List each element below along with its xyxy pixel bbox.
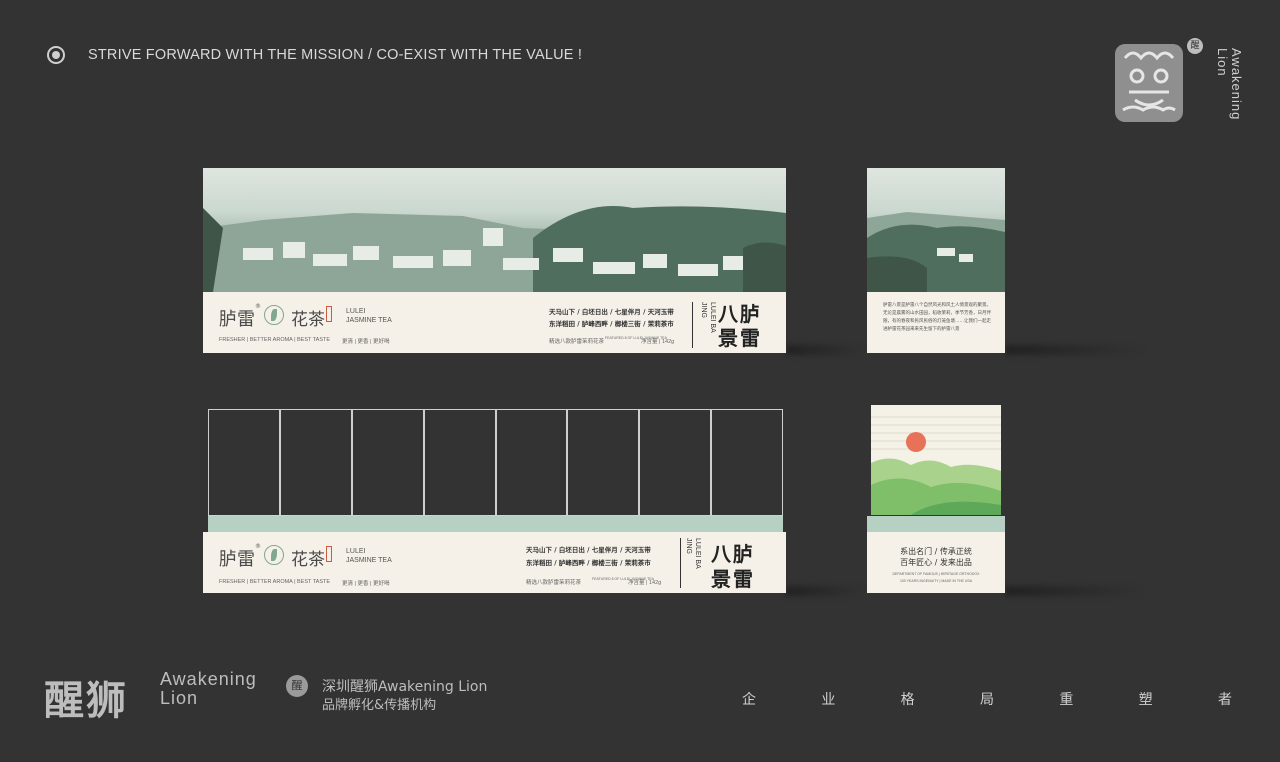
bottom-label-panel: 胪雷 ® 花茶 LULEI JASMINE TEA FRESHER | BETT… xyxy=(203,532,786,593)
side-description: 胪雷八景是胪雷八个自然风光和风土人情景观的聚景。无论是晨雾的山水田园，稻收茉莉，… xyxy=(883,303,991,332)
phrase-row-1: 天马山下 / 白坯日出 / 七星伴月 / 天河玉带 xyxy=(526,546,651,554)
dieline-panel xyxy=(423,409,496,516)
product-desc: 精选八款胪雷茉莉花茶 xyxy=(526,580,582,586)
brand-name: 胪雷 xyxy=(219,549,255,570)
mint-strip xyxy=(208,516,783,532)
net-weight: 净含量 | 142g xyxy=(641,339,675,345)
mint-strip-side xyxy=(867,516,1005,532)
tagline-en: FRESHER | BETTER AROMA | BEST TASTE xyxy=(219,579,331,585)
landscape-photo xyxy=(203,168,786,292)
footer-brand-en-2: Lion xyxy=(160,688,199,708)
front-label-panel: 胪雷 ® 花茶 LULEI JASMINE TEA FRESHER | BETT… xyxy=(203,292,786,353)
tea-name: 花茶 xyxy=(291,550,325,570)
tea-leaf-icon xyxy=(264,545,284,565)
side-photo xyxy=(867,168,1005,292)
phrase-row-2: 东洋稻田 / 胪峰西畔 / 榔楼三街 / 茉莉茶市 xyxy=(549,320,674,328)
dieline-flaps xyxy=(208,409,783,516)
tea-name: 花茶 xyxy=(291,310,325,330)
footer-slogan-char: 企 xyxy=(742,692,756,708)
net-weight: 净含量 | 142g xyxy=(628,580,662,586)
tagline-cn: 更清 | 更香 | 更好喝 xyxy=(342,581,390,587)
footer-slogan: 企 业 格 局 重 塑 者 xyxy=(742,689,1232,709)
side-small-1: DEPARTMENT OF FAMOUS | HERITAGE ORTHODOX xyxy=(892,572,980,576)
footer-slogan-char: 格 xyxy=(900,692,915,708)
side-shadow xyxy=(1005,345,1145,355)
side-small-2: 100 YEARS INGENUITY | MADE IN THE USA xyxy=(899,579,973,583)
title-bottom: 景雷 xyxy=(718,326,762,350)
red-seal-tag xyxy=(326,306,332,322)
side-slogan-1: 系出名门 / 传承正统 xyxy=(900,547,972,556)
side-text-panel: 胪雷八景是胪雷八个自然风光和风土人情景观的聚景。无论是晨雾的山水田园，稻收茉莉，… xyxy=(867,292,1005,353)
footer-company-1: 深圳醒狮Awakening Lion xyxy=(322,679,488,695)
divider-line xyxy=(680,538,681,588)
footer-slogan-char: 者 xyxy=(1217,692,1232,708)
dieline-panel xyxy=(351,409,424,516)
header-slogan: STRIVE FORWARD WITH THE MISSION / CO-EXI… xyxy=(88,47,583,63)
registered-mark: ® xyxy=(255,303,261,310)
product-desc: 精选八款胪雷茉莉花茶 xyxy=(549,339,605,345)
dieline-panel xyxy=(495,409,568,516)
tagline-en: FRESHER | BETTER AROMA | BEST TASTE xyxy=(219,337,331,343)
footer-brand-en: Awakening Lion xyxy=(160,670,257,708)
lion-logo-icon xyxy=(1115,44,1183,122)
sub-en-1: LULEI xyxy=(346,308,366,315)
footer-brand-cn: 醒狮 xyxy=(44,678,128,724)
sub-en-2: JASMINE TEA xyxy=(346,317,392,324)
footer-company-2: 品牌孵化&传播机构 xyxy=(322,698,437,713)
footer-seal-icon: 醒 xyxy=(286,675,308,697)
title-bottom: 景雷 xyxy=(711,567,755,591)
registered-mark: ® xyxy=(255,543,261,550)
bullet-icon xyxy=(47,46,65,64)
vertical-en: LULEI BA JING xyxy=(700,302,716,333)
logo-seal: 醒 xyxy=(1187,38,1203,54)
vertical-en: LULEI BA JING xyxy=(685,538,701,569)
landscape-illustration xyxy=(871,405,1001,515)
tagline-cn: 更清 | 更香 | 更好喝 xyxy=(342,339,390,345)
footer-slogan-char: 重 xyxy=(1059,692,1074,708)
logo-text: Awakening Lion xyxy=(1215,48,1244,121)
dieline-panel xyxy=(279,409,352,516)
side-slogan-panel: 系出名门 / 传承正统 百年匠心 / 发来出品 DEPARTMENT OF FA… xyxy=(867,532,1005,593)
sun-icon xyxy=(906,432,926,452)
tea-leaf-icon xyxy=(264,305,284,325)
box-shadow xyxy=(786,345,866,355)
footer-brand-en-1: Awakening xyxy=(160,669,257,689)
side-slogan-2: 百年匠心 / 发来出品 xyxy=(900,558,972,567)
box-shadow xyxy=(786,586,866,596)
sub-en-1: LULEI xyxy=(346,548,366,555)
dieline-panel xyxy=(711,409,783,516)
footer-slogan-char: 局 xyxy=(979,692,994,708)
phrase-row-2: 东洋稻田 / 胪峰西畔 / 榔楼三街 / 茉莉茶市 xyxy=(526,559,651,567)
dieline-panel xyxy=(567,409,640,516)
red-seal-tag xyxy=(326,546,332,562)
dieline-panel xyxy=(208,409,280,516)
footer-slogan-char: 业 xyxy=(821,692,836,708)
side-shadow xyxy=(1005,586,1145,596)
divider-line xyxy=(692,302,693,348)
sub-en-2: JASMINE TEA xyxy=(346,557,392,564)
brand-name: 胪雷 xyxy=(219,309,255,330)
footer-slogan-char: 塑 xyxy=(1138,692,1153,708)
phrase-row-1: 天马山下 / 白坯日出 / 七星伴月 / 天河玉带 xyxy=(549,308,674,316)
dieline-panel xyxy=(639,409,712,516)
